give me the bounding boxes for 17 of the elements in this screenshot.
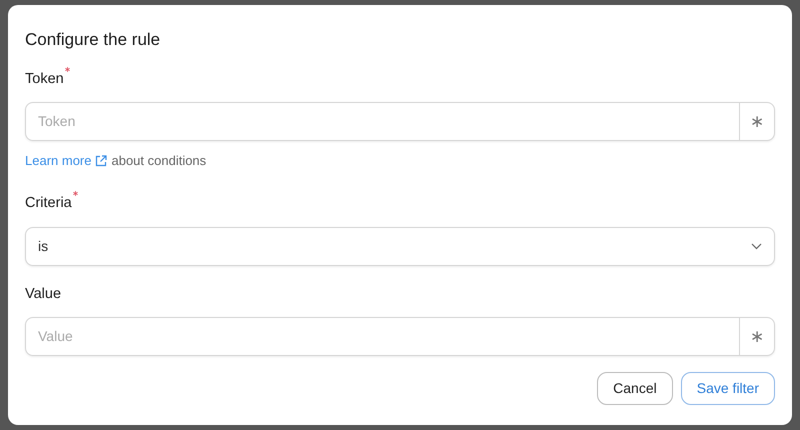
learn-more-link[interactable]: Learn more [25,151,92,171]
field-label: Value [25,284,62,304]
help-text: about conditions [111,152,206,170]
dialog-title: Configure the rule [25,29,162,51]
field-label: Token [25,70,64,88]
external-link-icon[interactable] [95,155,108,167]
text-field[interactable]: Value ∗ [25,317,775,356]
chevron-down-icon [751,242,762,250]
text-field[interactable]: Token ∗ [25,102,775,142]
field-label: Criteria [25,194,72,213]
save-button[interactable]: Save filter [680,372,775,406]
asterisk-button[interactable]: ∗ [739,103,774,140]
required-icon [64,66,70,72]
select-field[interactable]: is [25,226,775,266]
asterisk-button[interactable]: ∗ [739,318,774,356]
cancel-button[interactable]: Cancel [597,372,673,406]
required-icon [72,190,78,196]
